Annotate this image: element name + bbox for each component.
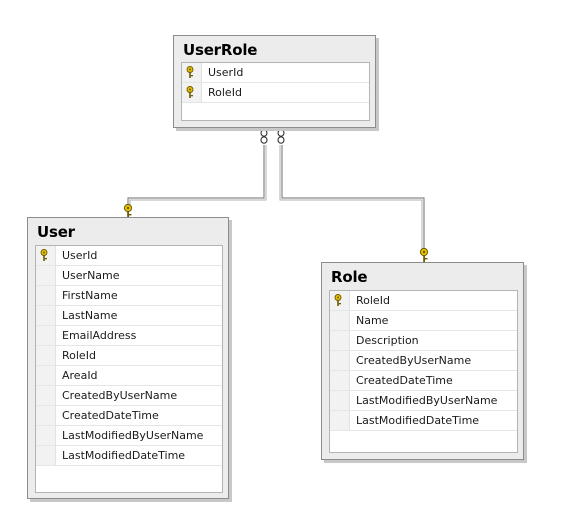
column-row[interactable]: UserName [36,266,222,286]
column-name: CreatedDateTime [62,409,159,422]
column-name: Description [356,334,419,347]
column-gutter [36,326,56,345]
column-name: CreatedDateTime [356,374,453,387]
relationship-line-role-userrole [281,145,425,250]
column-row[interactable]: RoleId [182,83,369,103]
column-gutter [36,346,56,365]
column-name: Name [356,314,389,327]
column-row[interactable]: CreatedDateTime [330,371,517,391]
infinity-icon [277,129,285,144]
column-row[interactable]: RoleId [36,346,222,366]
column-gutter [330,311,350,330]
key-icon [40,249,48,261]
column-row[interactable]: CreatedByUserName [330,351,517,371]
primary-key-gutter [36,246,56,265]
column-name: AreaId [62,369,98,382]
column-name: LastModifiedByUserName [62,429,204,442]
column-gutter [36,286,56,305]
key-icon [419,247,429,262]
column-name: CreatedByUserName [356,354,472,367]
primary-key-gutter [330,291,350,310]
column-list: RoleId Name Description CreatedByUserNam… [329,290,518,453]
column-row[interactable]: CreatedDateTime [36,406,222,426]
table-title: UserRole [183,41,258,59]
column-name: FirstName [62,289,118,302]
column-row[interactable]: Description [330,331,517,351]
column-name: UserName [62,269,120,282]
primary-key-gutter [182,63,202,82]
relationship-line-user-userrole [127,145,265,208]
column-row[interactable]: LastName [36,306,222,326]
column-row[interactable]: RoleId [330,291,517,311]
column-name: RoleId [62,349,96,362]
column-gutter [330,391,350,410]
column-gutter [36,426,56,445]
column-gutter [36,366,56,385]
key-icon [123,203,133,218]
column-gutter [330,411,350,430]
column-name: CreatedByUserName [62,389,178,402]
column-name: LastModifiedDateTime [356,414,480,427]
column-gutter [36,406,56,425]
column-row[interactable]: UserId [182,63,369,83]
column-row[interactable]: LastModifiedByUserName [36,426,222,446]
column-row[interactable]: EmailAddress [36,326,222,346]
table-title: User [37,223,75,241]
column-row[interactable]: UserId [36,246,222,266]
column-gutter [36,446,56,465]
column-row[interactable]: CreatedByUserName [36,386,222,406]
column-row[interactable]: Name [330,311,517,331]
infinity-icon [260,129,268,144]
column-gutter [36,386,56,405]
column-list: UserId UserName FirstName LastName Email… [35,245,223,493]
column-name: RoleId [208,86,242,99]
column-gutter [330,351,350,370]
column-row[interactable]: AreaId [36,366,222,386]
column-name: LastModifiedDateTime [62,449,186,462]
table-title: Role [331,268,368,286]
column-gutter [330,371,350,390]
column-name: LastModifiedByUserName [356,394,498,407]
key-icon [334,294,342,306]
key-icon [186,66,194,78]
column-gutter [330,331,350,350]
key-icon [186,86,194,98]
column-name: RoleId [356,294,390,307]
relationship-line-user-userrole-inner [129,145,267,208]
column-gutter [36,266,56,285]
column-row[interactable]: FirstName [36,286,222,306]
column-list: UserId RoleId [181,62,370,121]
column-name: EmailAddress [62,329,137,342]
table-role[interactable]: Role RoleId Name Description CreatedByUs… [321,262,524,460]
table-userrole[interactable]: UserRole UserId RoleId [173,35,376,128]
column-row[interactable]: LastModifiedByUserName [330,391,517,411]
column-name: UserId [62,249,98,262]
primary-key-gutter [182,83,202,102]
table-user[interactable]: User UserId UserName FirstName LastName [27,217,229,499]
column-gutter [36,306,56,325]
column-row[interactable]: LastModifiedDateTime [330,411,517,431]
column-name: LastName [62,309,118,322]
column-name: UserId [208,66,244,79]
column-row[interactable]: LastModifiedDateTime [36,446,222,466]
